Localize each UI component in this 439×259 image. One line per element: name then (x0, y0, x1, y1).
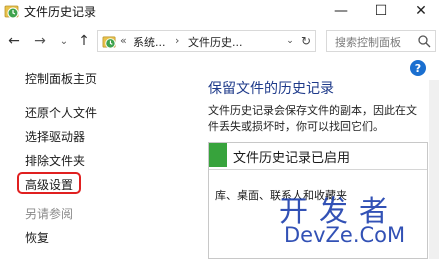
see-also-heading: 另请参阅 (25, 207, 74, 221)
search-icon (418, 35, 431, 48)
close-icon: ✕ (415, 3, 427, 19)
breadcrumb-separator-icon: › (175, 34, 180, 47)
title-bar: 文件历史记录 — ☐ ✕ (0, 0, 439, 22)
status-indicator (209, 143, 227, 167)
minimize-button[interactable]: — (323, 0, 359, 22)
chevron-down-icon: ⌄ (286, 36, 294, 46)
forward-arrow-icon: → (34, 33, 46, 49)
search-placeholder: 搜索控制面板 (335, 36, 401, 49)
window-title: 文件历史记录 (24, 5, 97, 19)
breadcrumb-file-history[interactable]: 文件历史... (188, 34, 243, 50)
sidebar-item-restore-personal-files[interactable]: 还原个人文件 (25, 104, 97, 121)
chevron-down-icon: ⌄ (59, 35, 69, 47)
file-history-icon (102, 36, 116, 49)
sidebar-item-exclude-folders[interactable]: 排除文件夹 (25, 152, 85, 169)
file-history-icon (4, 5, 19, 19)
close-button[interactable]: ✕ (403, 0, 439, 22)
maximize-button[interactable]: ☐ (363, 0, 399, 22)
address-dropdown-button[interactable]: ⌄ (283, 30, 297, 52)
minimize-icon: — (334, 3, 348, 19)
up-arrow-icon: ↑ (78, 33, 90, 49)
refresh-icon: ↻ (300, 34, 312, 48)
sidebar-item-recovery[interactable]: 恢复 (25, 229, 49, 246)
up-button[interactable]: ↑ (74, 31, 94, 51)
status-heading: 文件历史记录已启用 (233, 151, 351, 166)
sidebar-item-advanced-settings[interactable]: 高级设置 (25, 176, 73, 193)
page-title: 保留文件的历史记录 (208, 81, 334, 97)
page-description: 文件历史记录会保存文件的副本，因此在文件丢失或损坏时，你可以找回它们。 (208, 104, 417, 133)
sidebar-item-select-drive[interactable]: 选择驱动器 (25, 128, 85, 145)
address-overflow-icon[interactable]: « (120, 34, 127, 47)
help-icon[interactable]: ? (410, 60, 426, 76)
back-button[interactable]: ← (4, 31, 24, 51)
watermark-domain: DevZe.CoM (284, 223, 406, 247)
breadcrumb-system[interactable]: 系统... (133, 34, 166, 50)
back-arrow-icon: ← (8, 33, 20, 49)
forward-button[interactable]: → (30, 31, 50, 51)
scrollbar[interactable] (429, 80, 439, 259)
refresh-button[interactable]: ↻ (298, 30, 314, 52)
navigation-bar: ← → ⌄ ↑ « 系统... › 文件历史... ⌄ ↻ 搜索控制面板 (0, 26, 439, 56)
divider (209, 169, 427, 170)
sidebar-item-control-panel-home[interactable]: 控制面板主页 (25, 70, 97, 87)
search-input[interactable]: 搜索控制面板 (326, 30, 436, 52)
maximize-icon: ☐ (374, 3, 388, 19)
recent-locations-button[interactable]: ⌄ (58, 31, 70, 51)
